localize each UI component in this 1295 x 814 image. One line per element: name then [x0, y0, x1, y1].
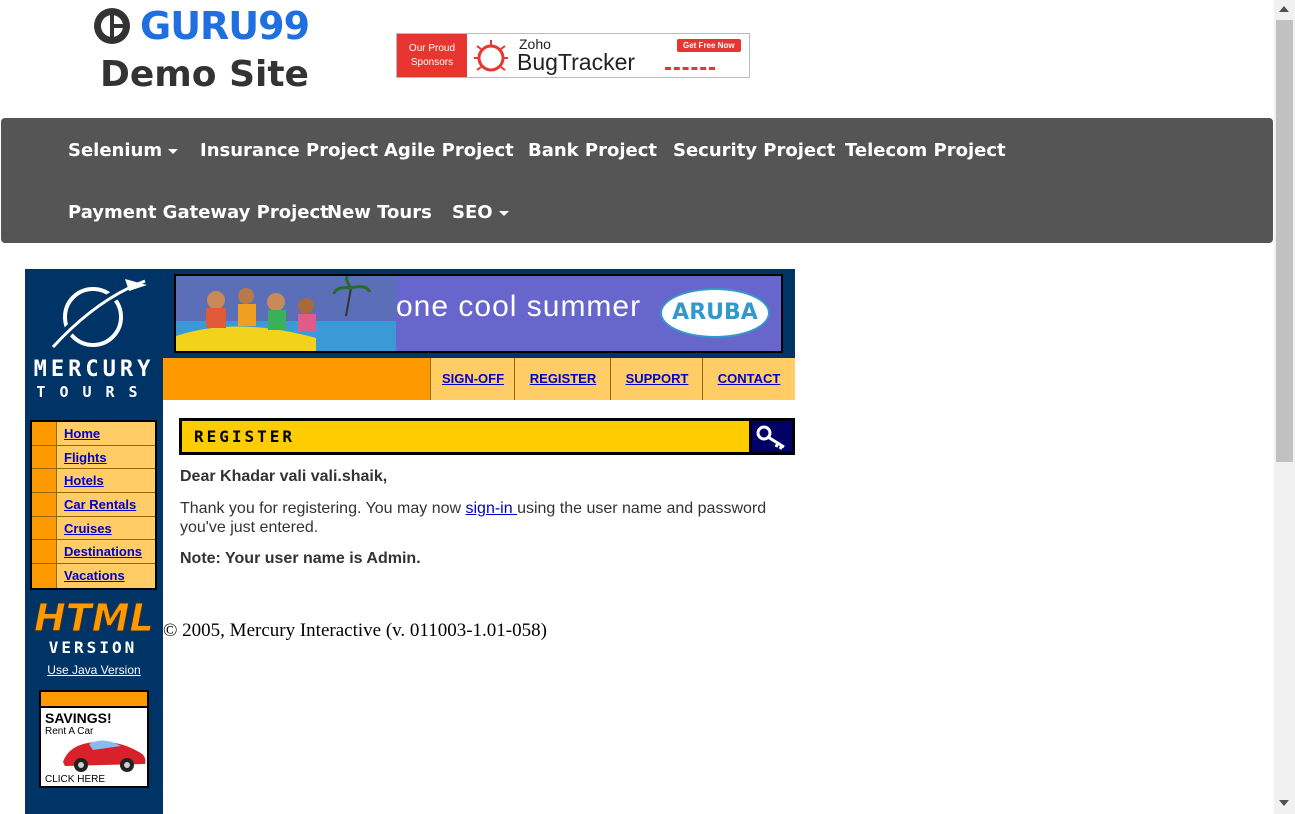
- side-link-hotels[interactable]: Hotels: [57, 469, 104, 492]
- sponsor-label-line1: Our Proud: [408, 42, 456, 54]
- nav-selenium-label: Selenium: [68, 140, 163, 161]
- side-menu-item: Flights: [32, 445, 155, 470]
- nav-payment-gateway-project[interactable]: Payment Gateway Project: [68, 202, 329, 223]
- key-icon: [756, 425, 785, 450]
- bug-icon: [474, 40, 508, 72]
- contact-link[interactable]: CONTACT: [702, 358, 795, 400]
- mercury-word: MERCURY: [33, 357, 155, 382]
- guru99-logo[interactable]: GURU99 Demo Site: [92, 4, 312, 100]
- main-navbar: Selenium Insurance Project Agile Project…: [1, 118, 1273, 243]
- side-link-vacations[interactable]: Vacations: [57, 564, 125, 588]
- vertical-scrollbar[interactable]: [1274, 0, 1295, 814]
- thank-you-message: Thank you for registering. You may now s…: [180, 499, 790, 537]
- caret-down-icon: [168, 148, 179, 154]
- side-menu: Home Flights Hotels Car Rentals Cruises …: [30, 420, 157, 590]
- side-menu-item: Vacations: [32, 564, 155, 588]
- sponsor-product: BugTracker: [517, 49, 636, 75]
- red-car-icon: [63, 740, 146, 772]
- nav-agile-project[interactable]: Agile Project: [384, 140, 514, 161]
- register-section-header: REGISTER: [179, 418, 795, 455]
- site-subtitle: Demo Site: [100, 54, 309, 95]
- use-java-version-link[interactable]: Use Java Version: [25, 663, 163, 677]
- side-menu-item: Home: [32, 422, 155, 446]
- sponsor-label-line2: Sponsors: [410, 56, 454, 68]
- aruba-logo: ARUBA: [660, 288, 770, 338]
- beach-photo: [176, 276, 396, 351]
- nav-seo-label: SEO: [452, 202, 493, 223]
- tours-word: TOURS: [36, 383, 152, 401]
- nav-selenium[interactable]: Selenium: [68, 140, 179, 161]
- menu-bullet: [32, 493, 57, 516]
- sponsor-banner[interactable]: Our Proud Sponsors Zoho BugTracker Get F…: [396, 33, 750, 78]
- guru99-logo-icon: [94, 8, 130, 44]
- caret-down-icon: [498, 210, 509, 216]
- menu-bullet: [32, 422, 57, 445]
- register-link[interactable]: REGISTER: [514, 358, 611, 400]
- scroll-down-arrow-icon[interactable]: [1279, 800, 1289, 806]
- copyright-text: © 2005, Mercury Interactive (v. 011003-1…: [163, 620, 547, 641]
- side-menu-item: Hotels: [32, 469, 155, 494]
- side-link-destinations[interactable]: Destinations: [57, 540, 142, 563]
- nav-insurance-project[interactable]: Insurance Project: [200, 140, 378, 161]
- side-link-flights[interactable]: Flights: [57, 446, 107, 469]
- side-link-cruises[interactable]: Cruises: [57, 517, 112, 540]
- menu-bullet: [32, 445, 57, 469]
- nav-seo[interactable]: SEO: [452, 202, 509, 223]
- summer-banner[interactable]: one cool summer ARUBA: [163, 269, 795, 358]
- scrollbar-thumb[interactable]: [1276, 20, 1293, 462]
- nav-new-tours[interactable]: New Tours: [327, 202, 432, 223]
- nav-bank-project[interactable]: Bank Project: [528, 140, 657, 161]
- summer-banner-image: one cool summer ARUBA: [174, 274, 783, 353]
- sign-in-link[interactable]: sign-in: [466, 500, 518, 517]
- register-title: REGISTER: [194, 427, 296, 446]
- sponsor-label: Our Proud Sponsors: [397, 34, 467, 77]
- sign-off-link[interactable]: SIGN-OFF: [430, 358, 515, 400]
- support-link[interactable]: SUPPORT: [610, 358, 703, 400]
- html-badge-text: HTML: [34, 596, 155, 640]
- thank-you-text-start: Thank you for registering. You may now: [180, 500, 466, 517]
- nav-telecom-project[interactable]: Telecom Project: [845, 140, 1006, 161]
- nav-security-project[interactable]: Security Project: [673, 140, 835, 161]
- menu-bullet: [32, 540, 57, 564]
- savings-ad-header: [41, 692, 147, 708]
- mercury-top-nav: SIGN-OFF REGISTER SUPPORT CONTACT: [163, 358, 795, 400]
- savings-title: SAVINGS!: [45, 710, 112, 726]
- side-link-home[interactable]: Home: [57, 422, 100, 445]
- brand-name: GURU99: [140, 4, 310, 48]
- side-menu-item: Cruises: [32, 516, 155, 541]
- savings-ad[interactable]: SAVINGS! Rent A Car CLICK HERE: [39, 690, 149, 788]
- menu-bullet: [32, 469, 57, 493]
- side-menu-item: Destinations: [32, 540, 155, 565]
- side-link-car-rentals[interactable]: Car Rentals: [57, 493, 136, 516]
- scroll-up-arrow-icon[interactable]: [1279, 6, 1289, 12]
- savings-click-here: CLICK HERE: [45, 774, 106, 785]
- username-note: Note: Your user name is Admin.: [180, 550, 421, 567]
- side-menu-item: Car Rentals: [32, 493, 155, 517]
- arrow-dash-decoration: [665, 67, 715, 71]
- register-title-bar: REGISTER: [182, 421, 749, 452]
- menu-bullet: [32, 516, 57, 540]
- menu-bullet: [32, 564, 57, 588]
- version-badge-text: VERSION: [48, 638, 138, 657]
- get-free-now-button[interactable]: Get Free Now: [677, 39, 741, 52]
- greeting-text: Dear Khadar vali vali.shaik,: [180, 468, 388, 485]
- key-icon-box: [752, 421, 792, 452]
- html-version-badge: HTML VERSION: [34, 596, 155, 658]
- banner-text: one cool summer: [396, 290, 642, 323]
